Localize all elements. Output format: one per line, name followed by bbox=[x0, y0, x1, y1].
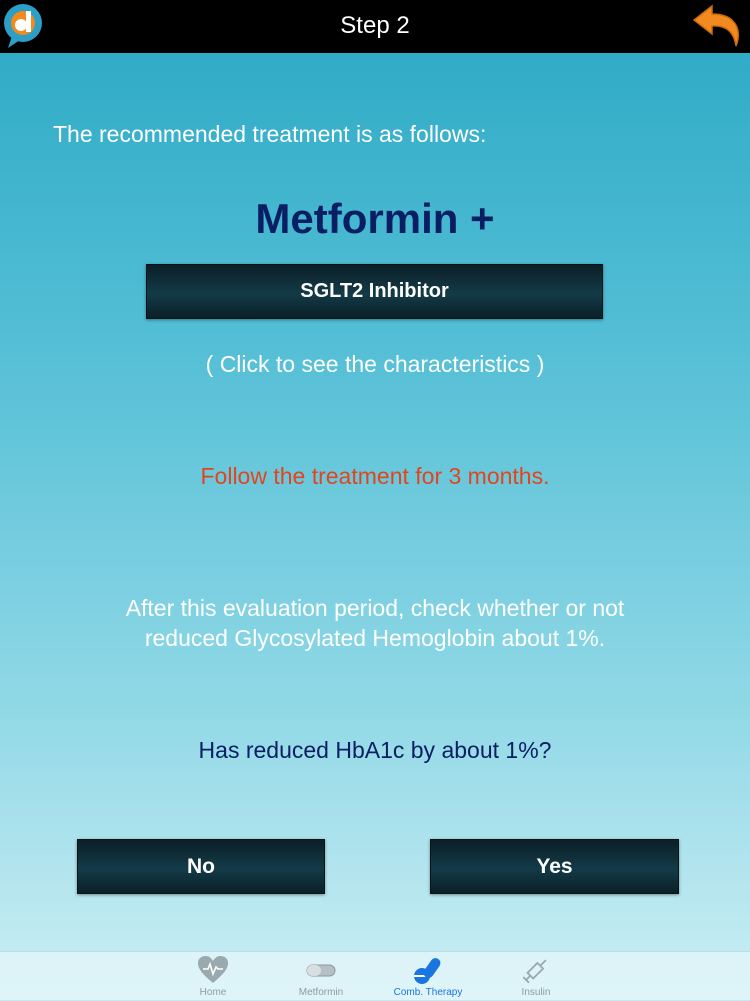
tab-bar: Home Metformin Comb. Therapy Insulin bbox=[0, 951, 750, 1001]
characteristics-hint: ( Click to see the characteristics ) bbox=[205, 351, 545, 377]
page-title: Step 2 bbox=[340, 12, 410, 39]
top-bar: Step 2 bbox=[0, 0, 750, 53]
evaluation-line-1: After this evaluation period, check whet… bbox=[125, 595, 625, 621]
tab-comb-therapy[interactable]: Comb. Therapy bbox=[378, 952, 478, 1001]
tab-metformin[interactable]: Metformin bbox=[271, 952, 371, 1001]
yes-button[interactable]: Yes bbox=[430, 839, 679, 894]
tab-home[interactable]: Home bbox=[163, 952, 263, 1001]
sglt2-inhibitor-button[interactable]: SGLT2 Inhibitor bbox=[146, 264, 603, 319]
follow-treatment-text: Follow the treatment for 3 months. bbox=[200, 463, 550, 489]
back-arrow-icon[interactable] bbox=[692, 2, 744, 50]
syringe-icon bbox=[522, 959, 547, 984]
hba1c-question: Has reduced HbA1c by about 1%? bbox=[198, 737, 552, 763]
tab-home-label: Home bbox=[199, 987, 227, 998]
heart-icon bbox=[198, 956, 228, 983]
tab-comb-therapy-label: Comb. Therapy bbox=[393, 987, 463, 998]
tab-metformin-label: Metformin bbox=[298, 987, 344, 998]
evaluation-text: After this evaluation period, check whet… bbox=[60, 593, 690, 653]
pill-icon bbox=[306, 964, 336, 977]
drug-heading: Metformin + bbox=[255, 195, 495, 242]
tab-insulin[interactable]: Insulin bbox=[486, 952, 586, 1001]
evaluation-line-2: reduced Glycosylated Hemoglobin about 1%… bbox=[144, 625, 606, 651]
no-button[interactable]: No bbox=[77, 839, 325, 894]
tab-insulin-label: Insulin bbox=[521, 987, 551, 998]
intro-text: The recommended treatment is as follows: bbox=[53, 121, 487, 147]
pills-icon bbox=[414, 958, 441, 984]
